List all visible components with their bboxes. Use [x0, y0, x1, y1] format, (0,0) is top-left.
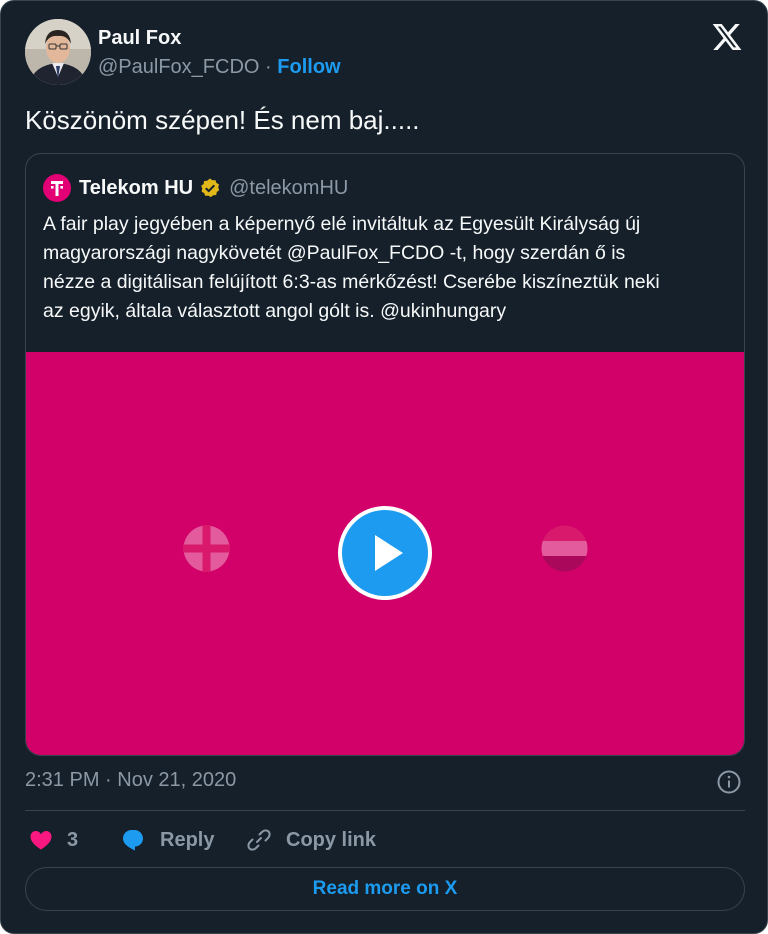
reply-bubble-icon: [123, 830, 143, 851]
copy-link-button[interactable]: Copy link: [246, 825, 376, 855]
quoted-author-name[interactable]: Telekom HU: [79, 177, 193, 200]
hungary-flag-icon: [541, 525, 588, 572]
author-avatar[interactable]: [25, 19, 91, 85]
post-timestamp[interactable]: 2:31 PM · Nov 21, 2020: [25, 769, 236, 792]
england-flag-icon: [183, 525, 230, 572]
avatar-photo: [25, 19, 91, 85]
x-logo-icon[interactable]: [711, 21, 743, 53]
copy-link-label: Copy link: [286, 828, 377, 851]
verified-badge-icon: [201, 178, 220, 198]
embedded-post-card: Paul Fox @PaulFox_FCDO · Follow Köszönöm…: [0, 0, 768, 934]
action-bar: 3 Reply Copy link: [25, 825, 745, 855]
quoted-text-line: az egyik, általa választott angol gólt i…: [43, 300, 507, 322]
like-button[interactable]: 3: [29, 825, 78, 855]
author-meta: @PaulFox_FCDO · Follow: [98, 56, 341, 79]
meta-separator: ·: [265, 56, 272, 78]
quoted-post-text: A fair play jegyében a képernyő elé invi…: [43, 210, 733, 326]
link-icon: [247, 829, 271, 851]
quoted-text-line: magyarországi nagykövetét @PaulFox_FCDO …: [43, 242, 626, 264]
video-player[interactable]: [26, 352, 744, 755]
quoted-author-handle[interactable]: @telekomHU: [229, 177, 348, 200]
play-icon: [375, 535, 403, 571]
like-count: 3: [67, 828, 79, 851]
post-text: Köszönöm szépen! És nem baj.....: [25, 105, 420, 135]
quoted-post-header: Telekom HU @telekomHU: [43, 174, 348, 202]
follow-button[interactable]: Follow: [277, 56, 340, 78]
author-handle[interactable]: @PaulFox_FCDO: [98, 56, 259, 78]
reply-label: Reply: [160, 828, 215, 851]
author-name[interactable]: Paul Fox: [98, 27, 181, 50]
quoted-text-line: A fair play jegyében a képernyő elé invi…: [43, 213, 641, 235]
info-icon[interactable]: [716, 769, 742, 795]
quoted-post[interactable]: Telekom HU @telekomHU A fair play jegyéb…: [25, 153, 745, 756]
telekom-logo-icon: [43, 174, 71, 202]
heart-icon: [30, 831, 52, 850]
read-more-button[interactable]: Read more on X: [25, 867, 745, 911]
reply-button[interactable]: Reply: [120, 825, 214, 855]
divider: [25, 810, 745, 811]
play-button[interactable]: [338, 506, 432, 600]
quoted-text-line: nézze a digitálisan felújított 6:3-as mé…: [43, 271, 660, 293]
